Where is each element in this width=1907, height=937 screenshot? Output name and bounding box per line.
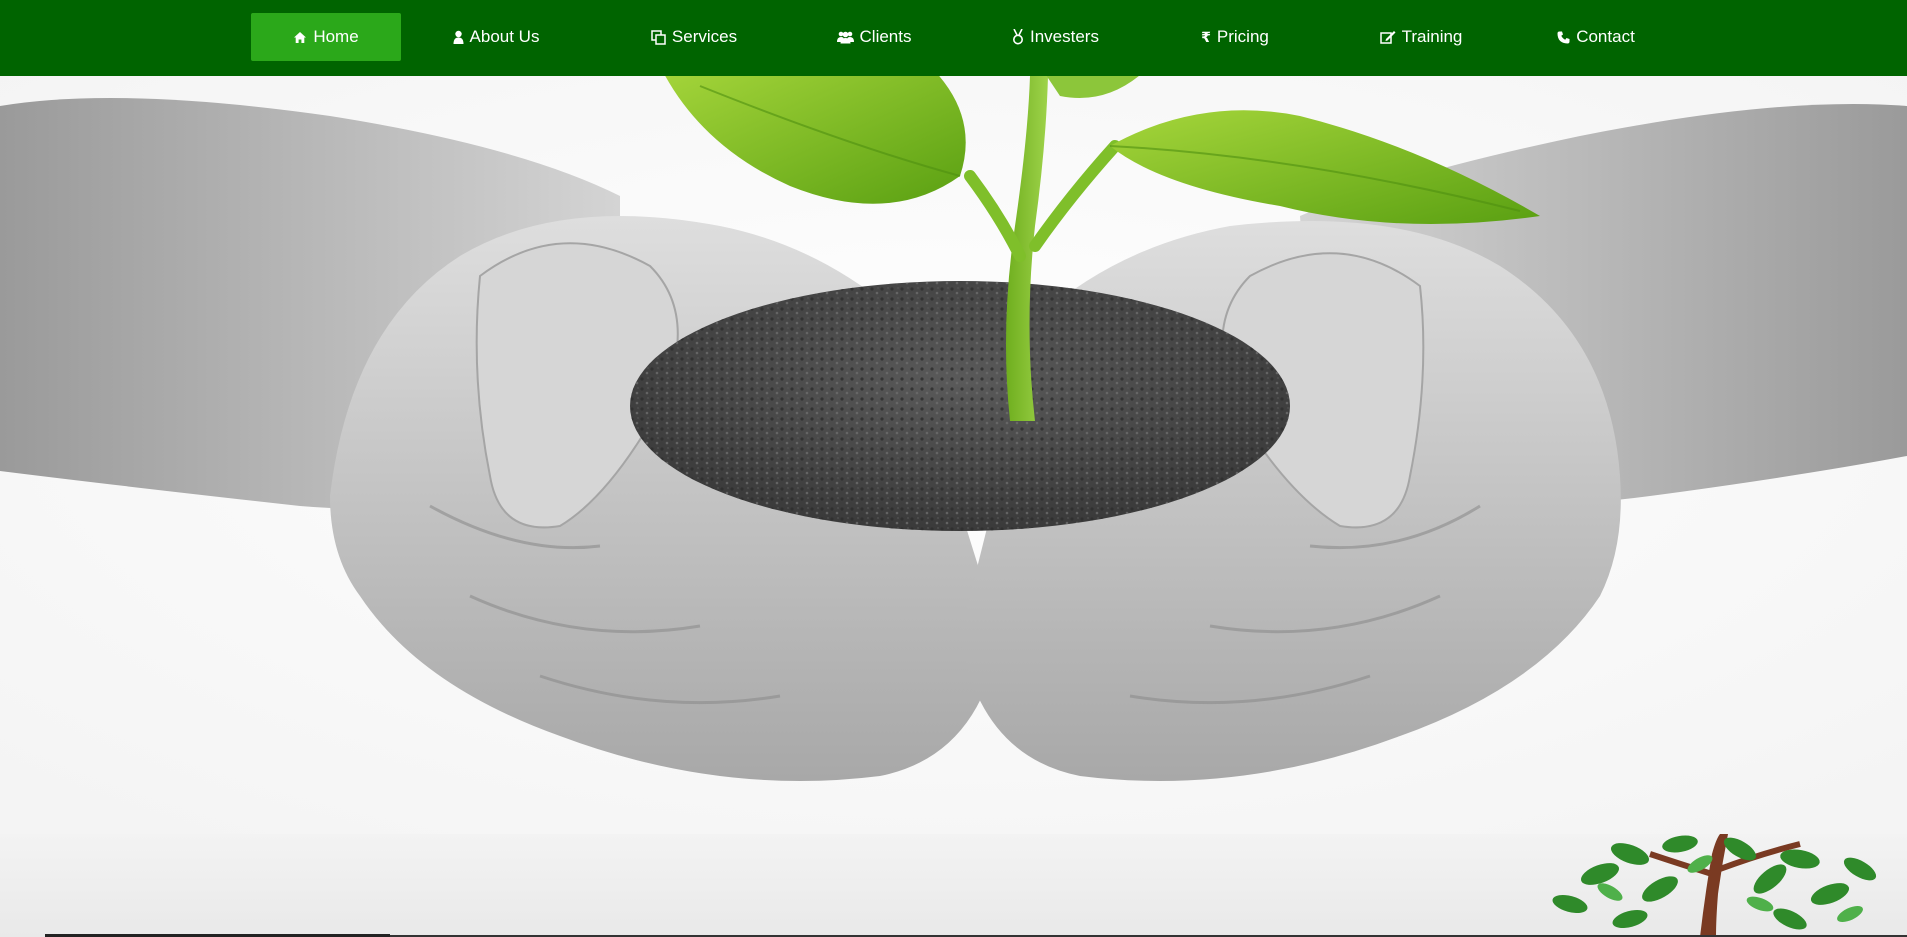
top-navbar: Home About Us Services Clients Investers… bbox=[0, 0, 1907, 76]
user-icon bbox=[453, 30, 464, 44]
lower-section bbox=[0, 834, 1907, 937]
nav-label-services: Services bbox=[671, 27, 738, 46]
nav-label-about-us: About Us bbox=[469, 27, 540, 46]
nav-item-about-us[interactable]: About Us bbox=[446, 13, 546, 61]
nav-item-home[interactable]: Home bbox=[251, 13, 401, 61]
page: Home About Us Services Clients Investers… bbox=[0, 0, 1907, 937]
nav-label-contact: Contact bbox=[1576, 27, 1635, 46]
small-tree-illustration bbox=[1552, 834, 1877, 937]
rupee-icon: ₹ bbox=[1201, 29, 1211, 45]
nav-label-clients: Clients bbox=[859, 27, 912, 46]
nav-label-home: Home bbox=[313, 27, 359, 46]
nav-item-contact[interactable]: Contact bbox=[1541, 13, 1651, 61]
nav-item-pricing[interactable]: ₹ Pricing bbox=[1185, 13, 1285, 61]
phone-icon bbox=[1557, 31, 1570, 44]
hero-image bbox=[0, 76, 1907, 836]
nav-label-investers: Investers bbox=[1030, 27, 1099, 46]
nav-item-services[interactable]: Services bbox=[634, 13, 754, 61]
users-icon bbox=[836, 30, 854, 44]
medal-icon bbox=[1012, 29, 1024, 45]
hero-banner bbox=[0, 76, 1907, 836]
edit-icon bbox=[1379, 30, 1396, 45]
nav-item-training[interactable]: Training bbox=[1361, 13, 1481, 61]
nav-item-investers[interactable]: Investers bbox=[998, 13, 1113, 61]
nav-label-pricing: Pricing bbox=[1216, 27, 1269, 46]
home-icon bbox=[293, 31, 307, 44]
nav-label-training: Training bbox=[1401, 27, 1463, 46]
nav-item-clients[interactable]: Clients bbox=[819, 13, 929, 61]
copy-icon bbox=[651, 29, 666, 45]
